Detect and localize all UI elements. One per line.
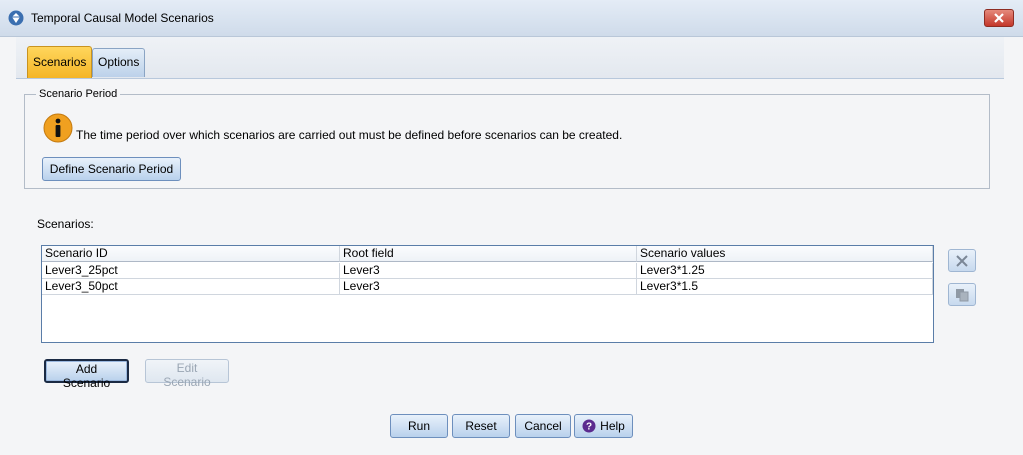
- cell-root-field: Lever3: [340, 279, 637, 295]
- scenario-period-title: Scenario Period: [36, 88, 121, 100]
- table-row[interactable]: Lever3_25pct Lever3 Lever3*1.25: [42, 263, 933, 279]
- define-scenario-period-button[interactable]: Define Scenario Period: [42, 157, 181, 181]
- title-bar: Temporal Causal Model Scenarios: [0, 0, 1023, 37]
- column-header-scenario-id[interactable]: Scenario ID: [42, 246, 340, 262]
- app-diamond-icon: [8, 10, 24, 26]
- reset-button[interactable]: Reset: [452, 414, 510, 438]
- column-header-scenario-values[interactable]: Scenario values: [637, 246, 933, 262]
- add-scenario-button[interactable]: Add Scenario: [44, 359, 129, 390]
- run-button[interactable]: Run: [390, 414, 448, 438]
- close-icon: [994, 13, 1004, 23]
- copy-icon: [956, 288, 969, 301]
- cell-scenario-id: Lever3_25pct: [42, 263, 340, 279]
- help-label: Help: [600, 419, 625, 433]
- window-title: Temporal Causal Model Scenarios: [31, 11, 214, 25]
- edit-scenario-button[interactable]: Edit Scenario: [145, 359, 229, 389]
- column-header-root-field[interactable]: Root field: [340, 246, 637, 262]
- close-button[interactable]: [984, 9, 1014, 27]
- svg-text:?: ?: [586, 422, 592, 433]
- scenario-period-info: The time period over which scenarios are…: [76, 128, 623, 142]
- cancel-button[interactable]: Cancel: [515, 414, 571, 438]
- scenarios-label: Scenarios:: [37, 217, 94, 231]
- tab-strip: Scenarios Options: [16, 37, 1004, 79]
- cell-scenario-values: Lever3*1.5: [637, 279, 933, 295]
- copy-scenario-button[interactable]: [948, 283, 976, 306]
- cell-scenario-values: Lever3*1.25: [637, 263, 933, 279]
- tab-scenarios[interactable]: Scenarios: [27, 46, 93, 78]
- help-button[interactable]: ? Help: [574, 414, 633, 438]
- cell-root-field: Lever3: [340, 263, 637, 279]
- cell-scenario-id: Lever3_50pct: [42, 279, 340, 295]
- info-icon: [43, 113, 73, 143]
- table-row[interactable]: Lever3_50pct Lever3 Lever3*1.5: [42, 279, 933, 295]
- delete-x-icon: [956, 254, 968, 267]
- delete-scenario-button[interactable]: [948, 249, 976, 272]
- scenarios-table: Scenario ID Root field Scenario values L…: [41, 245, 934, 343]
- tab-options[interactable]: Options: [92, 48, 146, 77]
- table-header: Scenario ID Root field Scenario values: [42, 246, 933, 262]
- help-question-icon: ?: [582, 419, 596, 433]
